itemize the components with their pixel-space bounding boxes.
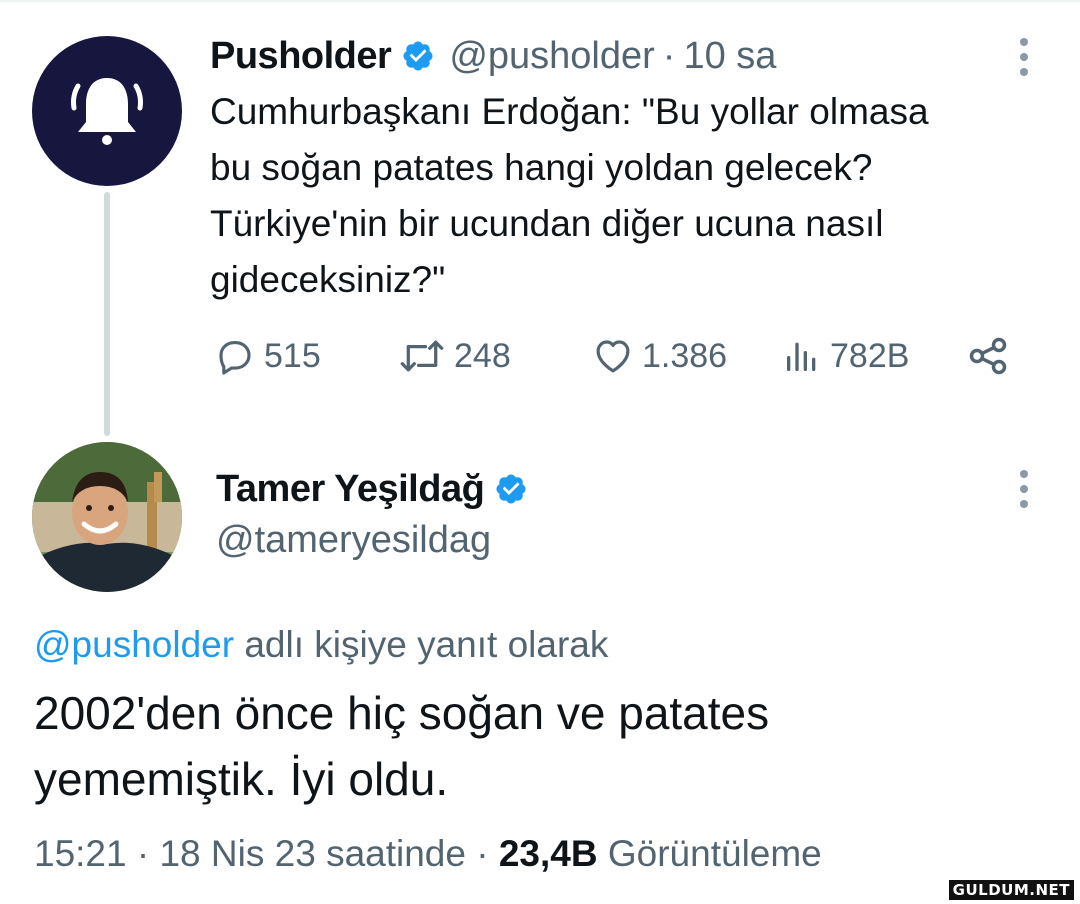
heart-icon <box>596 340 630 373</box>
header-separator: · <box>662 34 676 77</box>
retweet-button[interactable]: 248 <box>398 330 511 382</box>
bell-icon <box>71 78 143 145</box>
share-button[interactable] <box>966 330 1010 382</box>
tweet2-handle[interactable]: @tameryesildag <box>216 512 491 568</box>
tweet2-text: 2002'den önce hiç soğan ve patates yemem… <box>34 687 770 805</box>
tweet1-author-name[interactable]: Pusholder <box>210 35 392 78</box>
views-button[interactable]: 782B <box>782 330 909 382</box>
tweet2-views-label: Görüntüleme <box>597 833 822 874</box>
tweet2-header: Tamer Yeşildağ <box>216 462 528 516</box>
reply-count: 515 <box>264 336 321 375</box>
verified-badge-icon <box>494 472 528 506</box>
share-icon <box>969 337 1007 375</box>
top-divider <box>0 0 1080 2</box>
tweet2-meta: 15:21 · 18 Nis 23 saatinde · 23,4B Görün… <box>34 826 822 882</box>
replying-to-line: @pusholder adlı kişiye yanıt olarak <box>34 618 608 672</box>
retweet-count: 248 <box>454 336 511 375</box>
views-count: 782B <box>830 336 910 375</box>
tweet2-time[interactable]: 15:21 <box>34 833 127 874</box>
tweet2-author-name[interactable]: Tamer Yeşildağ <box>216 468 485 511</box>
reply-to-handle-link[interactable]: @pusholder <box>34 624 234 665</box>
tweet1-time[interactable]: 10 sa <box>683 35 776 78</box>
tweet1-handle[interactable]: @pusholder <box>449 35 654 78</box>
tweet2-more-icon[interactable] <box>1020 470 1028 508</box>
verified-badge-icon <box>401 39 435 73</box>
profile-photo <box>32 442 182 592</box>
retweet-icon <box>400 340 444 372</box>
reply-to-suffix: adlı kişiye yanıt olarak <box>234 624 609 665</box>
analytics-icon <box>787 342 816 371</box>
meta-separator: · <box>465 833 499 874</box>
pusholder-avatar[interactable] <box>32 36 182 186</box>
thread-connector-line <box>104 192 110 436</box>
tweet1-text: Cumhurbaşkanı Erdoğan: "Bu yollar olmasa… <box>210 91 929 300</box>
tweet1-header: Pusholder @pusholder · 10 sa <box>210 30 776 82</box>
like-button[interactable]: 1.386 <box>592 330 727 382</box>
reply-icon <box>219 340 251 375</box>
tweet1-action-bar: 515 248 1.386 782B <box>210 330 1020 382</box>
tweet1-more-icon[interactable] <box>1020 38 1028 76</box>
reply-button[interactable]: 515 <box>214 330 321 382</box>
tweet2-views-count[interactable]: 23,4B <box>499 833 598 874</box>
meta-separator: · <box>126 833 160 874</box>
tweet2-date[interactable]: 18 Nis 23 saatinde <box>159 833 465 874</box>
watermark: GULDUM.NET <box>948 880 1074 900</box>
like-count: 1.386 <box>642 336 728 375</box>
tamer-yesildag-avatar[interactable] <box>32 442 182 592</box>
